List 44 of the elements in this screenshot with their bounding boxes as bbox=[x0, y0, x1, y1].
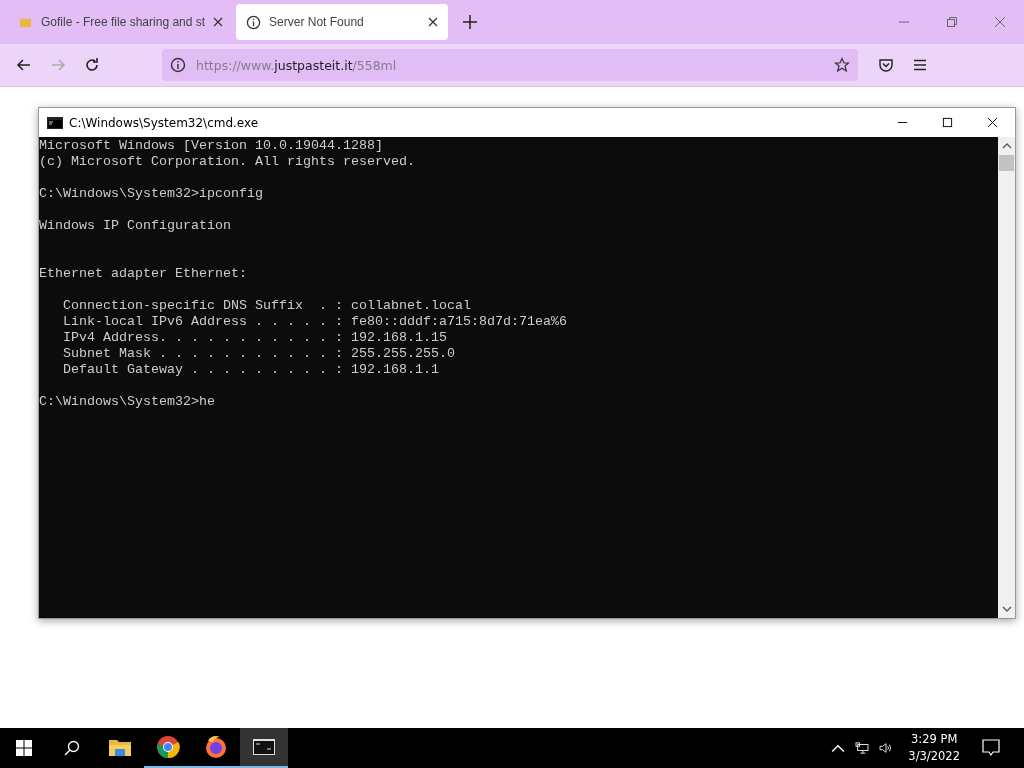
notification-icon[interactable] bbox=[982, 739, 1000, 757]
close-icon[interactable] bbox=[987, 117, 998, 128]
close-icon[interactable] bbox=[213, 17, 224, 27]
restore-icon[interactable] bbox=[946, 16, 958, 28]
console-icon bbox=[47, 116, 63, 129]
network-icon[interactable] bbox=[855, 742, 870, 754]
console-line: Default Gateway . . . . . . . . . : 192.168.1.1 bbox=[62, 362, 440, 378]
chevron-up-icon[interactable] bbox=[831, 742, 846, 754]
back-icon[interactable] bbox=[16, 57, 32, 73]
clock[interactable]: 3:29 PM 3/3/2022 bbox=[908, 731, 960, 765]
browser-tab[interactable]: Server Not Found bbox=[236, 4, 449, 40]
console-line: IPv4 Address. . . . . . . . . . . : 192.168.1.15 bbox=[62, 330, 448, 346]
star-icon[interactable] bbox=[834, 57, 850, 73]
browser-tab[interactable]: Gofile - Free file sharing and st bbox=[8, 4, 234, 40]
url-text: https://www.justpasteit.it/558ml bbox=[196, 57, 398, 73]
console-line: Windows IP Configuration bbox=[39, 218, 232, 234]
windows-icon[interactable] bbox=[16, 740, 32, 756]
speaker-icon[interactable] bbox=[879, 742, 894, 754]
scroll-down-icon[interactable] bbox=[1001, 605, 1012, 613]
console-line: Ethernet adapter Ethernet: bbox=[39, 266, 248, 282]
browser-icon bbox=[204, 735, 228, 759]
console-line: Connection-specific DNS Suffix . : collabnet.local bbox=[62, 298, 472, 314]
info-icon bbox=[246, 14, 262, 30]
console-line: Link-local IPv6 Address . . . . . : fe80::dddf:a715:8d7d:71ea%6 bbox=[62, 314, 568, 330]
browser-icon bbox=[156, 735, 180, 759]
close-icon[interactable] bbox=[428, 17, 439, 27]
scrollbar[interactable] bbox=[998, 137, 1015, 618]
pocket-icon[interactable] bbox=[878, 57, 894, 73]
window-title: C:\Windows\System32\cmd.exe bbox=[69, 115, 259, 130]
console-line: Subnet Mask . . . . . . . . . . . : 255.255.255.0 bbox=[62, 346, 456, 362]
address-bar[interactable]: https://www.justpasteit.it/558ml bbox=[162, 49, 858, 81]
search-icon[interactable] bbox=[64, 740, 80, 756]
console-line: C:\Windows\System32>ipconfig bbox=[39, 186, 264, 202]
console-line: C:\Windows\System32>he bbox=[39, 394, 216, 410]
info-icon bbox=[170, 57, 186, 73]
scroll-up-icon[interactable] bbox=[1001, 142, 1012, 150]
taskbar-app-button[interactable] bbox=[240, 728, 288, 768]
console-line: (c) Microsoft Corporation. All rights reserved. bbox=[39, 154, 416, 170]
console-line: Microsoft Windows [Version 10.0.19044.1288] bbox=[39, 138, 384, 154]
maximize-icon[interactable] bbox=[942, 117, 953, 128]
new-tab-icon[interactable] bbox=[463, 15, 478, 29]
reload-icon[interactable] bbox=[84, 57, 100, 73]
scroll-thumb[interactable] bbox=[999, 155, 1014, 171]
menu-icon[interactable] bbox=[912, 57, 928, 73]
